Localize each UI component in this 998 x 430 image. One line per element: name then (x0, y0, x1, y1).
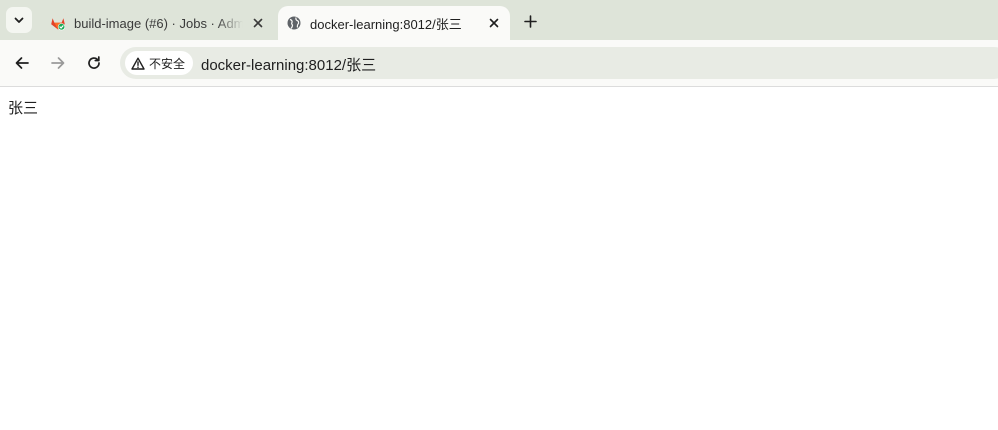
gitlab-icon (50, 15, 66, 31)
security-label: 不安全 (149, 56, 186, 71)
close-tab-icon[interactable] (485, 14, 503, 32)
reload-icon (88, 56, 100, 69)
browser-toolbar: 不安全 docker-learning:8012/张三 (0, 40, 998, 87)
tab-title: build-image (#6) · Jobs · Administrator (74, 15, 243, 31)
tab-strip: build-image (#6) · Jobs · Administrator … (0, 0, 998, 40)
reload-button[interactable] (81, 50, 107, 76)
arrow-right-icon (51, 57, 65, 69)
tab-build-image[interactable]: build-image (#6) · Jobs · Administrator (42, 6, 274, 40)
plus-icon (523, 14, 537, 28)
tab-docker-learning[interactable]: docker-learning:8012/张三 (278, 6, 510, 40)
url-text[interactable]: docker-learning:8012/张三 (201, 54, 376, 75)
chevron-down-icon (14, 17, 24, 23)
close-tab-icon[interactable] (249, 14, 267, 32)
address-bar[interactable]: 不安全 docker-learning:8012/张三 (120, 47, 998, 79)
page-body-text: 张三 (8, 100, 39, 117)
back-button[interactable] (9, 50, 35, 76)
arrow-left-icon (15, 57, 29, 69)
new-tab-button[interactable] (519, 10, 541, 32)
tab-search-button[interactable] (6, 7, 32, 33)
warning-triangle-icon (131, 57, 145, 70)
globe-icon (286, 15, 302, 31)
forward-button[interactable] (45, 50, 71, 76)
security-chip[interactable]: 不安全 (125, 51, 194, 75)
tab-title: docker-learning:8012/张三 (310, 16, 462, 32)
